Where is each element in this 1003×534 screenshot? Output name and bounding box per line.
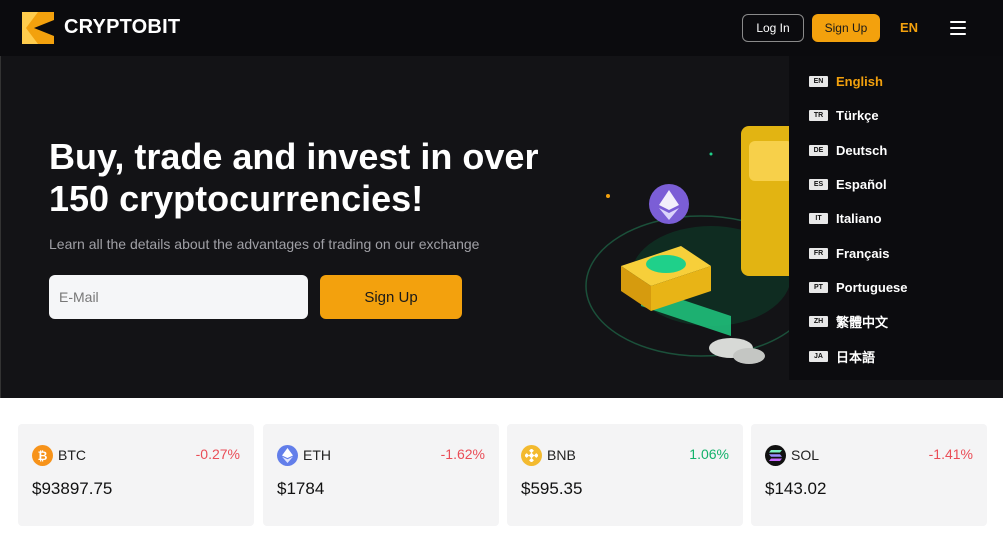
language-selector[interactable]: EN — [900, 20, 918, 35]
top-navbar: CRYPTOBIT Log In Sign Up EN — [0, 0, 1003, 56]
zh-flag-badge: ZH — [809, 315, 828, 327]
sol-icon — [765, 445, 786, 466]
en-flag-badge: EN — [809, 75, 828, 87]
language-option-de[interactable]: DE Deutsch — [809, 140, 887, 160]
crypto-illustration — [585, 126, 801, 364]
language-option-tr[interactable]: TR Türkçe — [809, 105, 879, 125]
language-option-pt[interactable]: PT Portuguese — [809, 277, 908, 297]
coin-symbol: BNB — [547, 447, 576, 463]
language-label: Italiano — [836, 210, 882, 226]
language-label: Deutsch — [836, 142, 888, 158]
hamburger-menu-icon[interactable] — [950, 21, 966, 35]
tr-flag-badge: TR — [809, 109, 828, 121]
coin-price: $1784 — [277, 479, 325, 498]
coin-change: 1.06% — [689, 446, 729, 462]
coin-price: $143.02 — [765, 479, 827, 498]
hero-title: Buy, trade and invest in over 150 crypto… — [49, 136, 569, 220]
cryptobit-logo-icon[interactable] — [20, 10, 56, 46]
language-option-es[interactable]: ES Español — [809, 174, 887, 194]
coin-price: $595.35 — [521, 479, 583, 498]
bnb-icon — [521, 445, 542, 466]
de-flag-badge: DE — [809, 144, 828, 156]
email-input[interactable] — [49, 275, 308, 319]
language-label: 日本語 — [836, 349, 876, 365]
ticker-card-sol[interactable]: SOL -1.41% $143.02 — [751, 424, 987, 526]
language-label: Türkçe — [836, 107, 879, 123]
coin-symbol: ETH — [303, 447, 331, 463]
eth-icon — [277, 445, 298, 466]
btc-icon: ₿ — [32, 445, 53, 466]
hero-title-line-2: 150 cryptocurrencies! — [49, 178, 424, 219]
language-label: Portuguese — [836, 279, 908, 295]
language-option-it[interactable]: IT Italiano — [809, 208, 882, 228]
language-option-zh[interactable]: ZH 繁體中文 — [809, 311, 888, 331]
language-dropdown: EN English TR Türkçe DE Deutsch ES Españ… — [789, 56, 1003, 380]
language-option-ja[interactable]: JA 日本語 — [809, 346, 875, 366]
coin-symbol: BTC — [58, 447, 86, 463]
ja-flag-badge: JA — [809, 350, 828, 362]
language-option-fr[interactable]: FR Français — [809, 243, 889, 263]
ticker-section: ₿ BTC -0.27% $93897.75 ETH -1.62% $1784 … — [0, 398, 1003, 534]
login-button[interactable]: Log In — [742, 14, 804, 42]
hero-title-line-1: Buy, trade and invest in over — [49, 136, 539, 177]
coin-change: -1.62% — [440, 446, 485, 462]
ticker-card-eth[interactable]: ETH -1.62% $1784 — [263, 424, 499, 526]
fr-flag-badge: FR — [809, 247, 828, 259]
es-flag-badge: ES — [809, 178, 828, 190]
language-label: Español — [836, 176, 887, 192]
signup-button-hero[interactable]: Sign Up — [320, 275, 462, 319]
coin-symbol: SOL — [791, 447, 820, 463]
signup-button-header[interactable]: Sign Up — [812, 14, 880, 42]
language-label: 繁體中文 — [836, 314, 889, 330]
coin-change: -1.41% — [928, 446, 973, 462]
coin-change: -0.27% — [195, 446, 240, 462]
language-option-en[interactable]: EN English — [809, 71, 883, 91]
language-label: Français — [836, 245, 890, 261]
pt-flag-badge: PT — [809, 281, 828, 293]
ticker-card-bnb[interactable]: BNB 1.06% $595.35 — [507, 424, 743, 526]
ticker-card-btc[interactable]: ₿ BTC -0.27% $93897.75 — [18, 424, 254, 526]
language-label: English — [836, 73, 883, 89]
it-flag-badge: IT — [809, 212, 828, 224]
hero-subtitle: Learn all the details about the advantag… — [49, 236, 480, 252]
coin-price: $93897.75 — [32, 479, 113, 498]
brand-name[interactable]: CRYPTOBIT — [64, 16, 180, 39]
